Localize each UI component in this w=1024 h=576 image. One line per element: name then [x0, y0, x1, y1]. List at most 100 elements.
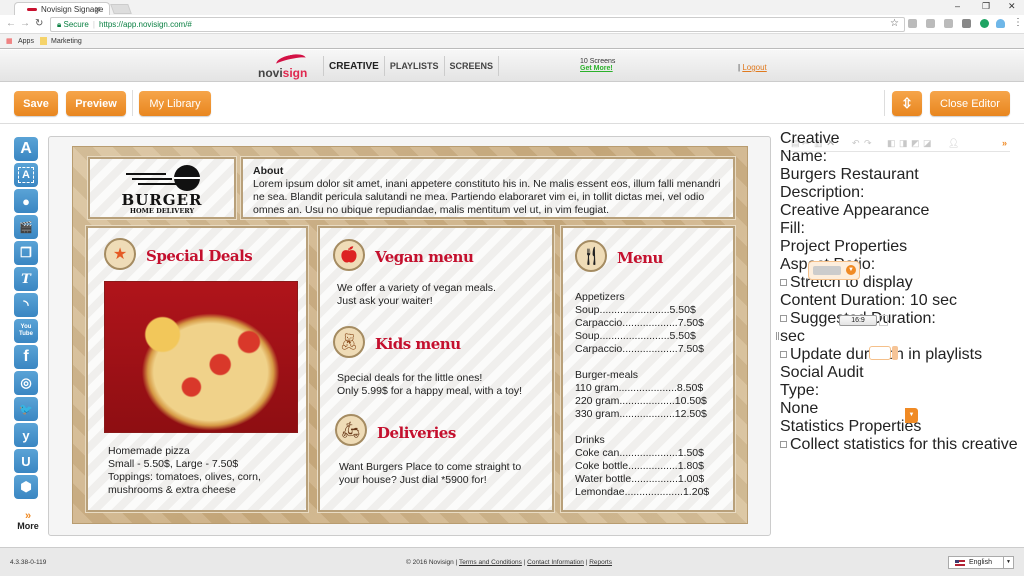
url-input[interactable]: 🔒︎ Secure | https://app.novisign.com/# — [50, 17, 905, 32]
menu-item: Soup........................5.50$ — [575, 330, 696, 342]
bookmark-star-icon[interactable]: ☆ — [890, 18, 899, 29]
collect-stats-row[interactable]: Collect statistics for this creative — [780, 436, 1024, 454]
logo-panel[interactable]: BURGER HOME DELIVERY — [88, 157, 236, 219]
duration-stepper[interactable] — [892, 346, 898, 360]
special-deals-title: Special Deals — [146, 247, 253, 265]
facebook-widget-icon[interactable]: f — [14, 345, 38, 369]
close-window-icon[interactable]: ✕ — [1008, 1, 1016, 12]
contact-link[interactable]: Contact Information — [527, 559, 584, 566]
cutlery-icon: 🍴︎ — [575, 240, 607, 272]
custom-widget-icon[interactable]: ⬢ — [14, 475, 38, 499]
app-header — [0, 50, 1024, 82]
extension-icon[interactable] — [926, 19, 935, 28]
kids-menu-text: Special deals for the little ones! Only … — [337, 372, 522, 398]
preview-button[interactable]: Preview — [66, 91, 126, 116]
delivery-scooter-icon: 🛵︎ — [335, 414, 367, 446]
my-library-button[interactable]: My Library — [139, 91, 211, 116]
text-line: Only 5.99$ for a happy meal, with a toy! — [337, 385, 523, 397]
divider — [132, 90, 133, 116]
aspect-ratio-button[interactable]: 16:9 — [839, 315, 877, 326]
youtube-widget-icon[interactable]: You Tube — [14, 319, 38, 343]
cloud-extension-icon[interactable] — [996, 19, 1005, 28]
forward-icon[interactable]: → — [20, 18, 30, 29]
rss-widget-icon[interactable]: ◝ — [14, 293, 38, 317]
bookmark-apps[interactable]: Apps — [18, 38, 34, 45]
statistics-heading: Statistics Properties — [780, 418, 922, 435]
save-button[interactable]: Save — [14, 91, 58, 116]
stretch-checkbox[interactable] — [780, 279, 787, 287]
sec-label: sec — [780, 328, 805, 345]
fill-color-picker[interactable]: ▼ — [808, 261, 860, 280]
twitter-widget-icon[interactable]: 🐦 — [14, 397, 38, 421]
aspect-lock-icon[interactable]: ▪ — [879, 315, 888, 326]
suggested-duration-input[interactable] — [869, 346, 891, 360]
about-panel[interactable]: About Lorem ipsum dolor sit amet, inani … — [241, 157, 735, 219]
bookmark-marketing[interactable]: Marketing — [51, 38, 82, 45]
nav-screens[interactable]: SCREENS — [443, 56, 500, 76]
text-widget-icon[interactable]: A — [14, 137, 38, 161]
get-more-link[interactable]: Get More! — [580, 65, 615, 72]
browser-menu-icon[interactable]: ⋮ — [1013, 17, 1023, 28]
extension-icon[interactable] — [944, 19, 953, 28]
chevron-down-icon[interactable]: ▼ — [905, 408, 918, 423]
name-input[interactable]: Burgers Restaurant — [780, 166, 941, 184]
chevron-down-icon: ▼ — [1003, 557, 1013, 568]
chevron-down-icon: ▼ — [846, 265, 856, 275]
logo-text-accent: sign — [282, 66, 308, 80]
suggested-duration-row[interactable]: Suggested Duration: — [780, 310, 1024, 328]
type-value: None — [780, 400, 819, 417]
extension-icon[interactable] — [908, 19, 917, 28]
gallery-widget-icon[interactable]: ❐ — [14, 241, 38, 265]
update-duration-row[interactable]: Update duration in playlists — [780, 346, 1024, 364]
text-line: Want Burgers Place to come straight to — [339, 461, 522, 473]
video-widget-icon[interactable]: 🎬 — [14, 215, 38, 239]
browser-tab-bar — [0, 0, 1024, 15]
menu-item: Coke can....................1.50$ — [575, 447, 704, 459]
menu-section-title: Appetizers — [575, 291, 625, 303]
nav-creative[interactable]: CREATIVE — [323, 56, 384, 76]
language-select[interactable]: English ▼ — [948, 556, 1014, 569]
minimize-icon[interactable]: – — [955, 1, 960, 11]
nav-playlists[interactable]: PLAYLISTS — [383, 56, 444, 76]
type-select[interactable]: None — [780, 400, 886, 418]
ustream-widget-icon[interactable]: U — [14, 449, 38, 473]
text-line: Special deals for the little ones! — [337, 372, 483, 384]
logout-link[interactable]: Logout — [742, 63, 766, 72]
back-icon[interactable]: ← — [6, 18, 16, 29]
logo-text: novi — [258, 66, 283, 80]
new-tab-button[interactable] — [110, 4, 132, 14]
browser-tab[interactable]: Novisign Signage ✕ — [14, 2, 110, 16]
reload-icon[interactable]: ↻ — [35, 18, 43, 29]
footer-links: © 2016 Novisign | Terms and Conditions |… — [406, 559, 612, 566]
instagram-widget-icon[interactable]: ◎ — [14, 371, 38, 395]
close-tab-icon[interactable]: ✕ — [94, 5, 101, 14]
description-label: Description: — [780, 184, 865, 201]
pizza-image[interactable] — [104, 281, 298, 433]
grammarly-extension-icon[interactable] — [980, 19, 989, 28]
menu-item: Coke bottle.................1.80$ — [575, 460, 704, 472]
content-duration-value: 10 sec — [909, 292, 957, 309]
extension-icon[interactable] — [962, 19, 971, 28]
more-widgets-button[interactable]: » More — [14, 511, 42, 532]
text-line: mushrooms & extra cheese — [108, 484, 236, 496]
camera-widget-icon[interactable]: ● — [14, 189, 38, 213]
about-text: Lorem ipsum dolor sit amet, inani appete… — [253, 178, 721, 216]
resize-vertical-button[interactable]: ⇳ — [892, 91, 922, 116]
version-label: 4.3.38-0-119 — [10, 559, 47, 566]
collect-stats-checkbox[interactable] — [780, 441, 787, 449]
suggested-duration-checkbox[interactable] — [780, 315, 787, 323]
ticker-widget-icon[interactable]: T — [14, 267, 38, 291]
name-label: Name: — [780, 148, 828, 165]
text-box-widget-icon[interactable]: A — [14, 163, 38, 187]
terms-link[interactable]: Terms and Conditions — [459, 559, 522, 566]
yammer-widget-icon[interactable]: y — [14, 423, 38, 447]
novisign-logo[interactable]: novisign — [258, 52, 318, 80]
reports-link[interactable]: Reports — [589, 559, 612, 566]
burger-logo-icon — [126, 163, 206, 191]
close-editor-button[interactable]: Close Editor — [930, 91, 1010, 116]
panel-resize-handle[interactable] — [776, 332, 779, 340]
novisign-favicon-icon — [27, 8, 37, 11]
restore-icon[interactable]: ❐ — [982, 1, 990, 12]
lock-icon: 🔒︎ — [57, 20, 62, 29]
update-duration-checkbox[interactable] — [780, 351, 787, 359]
